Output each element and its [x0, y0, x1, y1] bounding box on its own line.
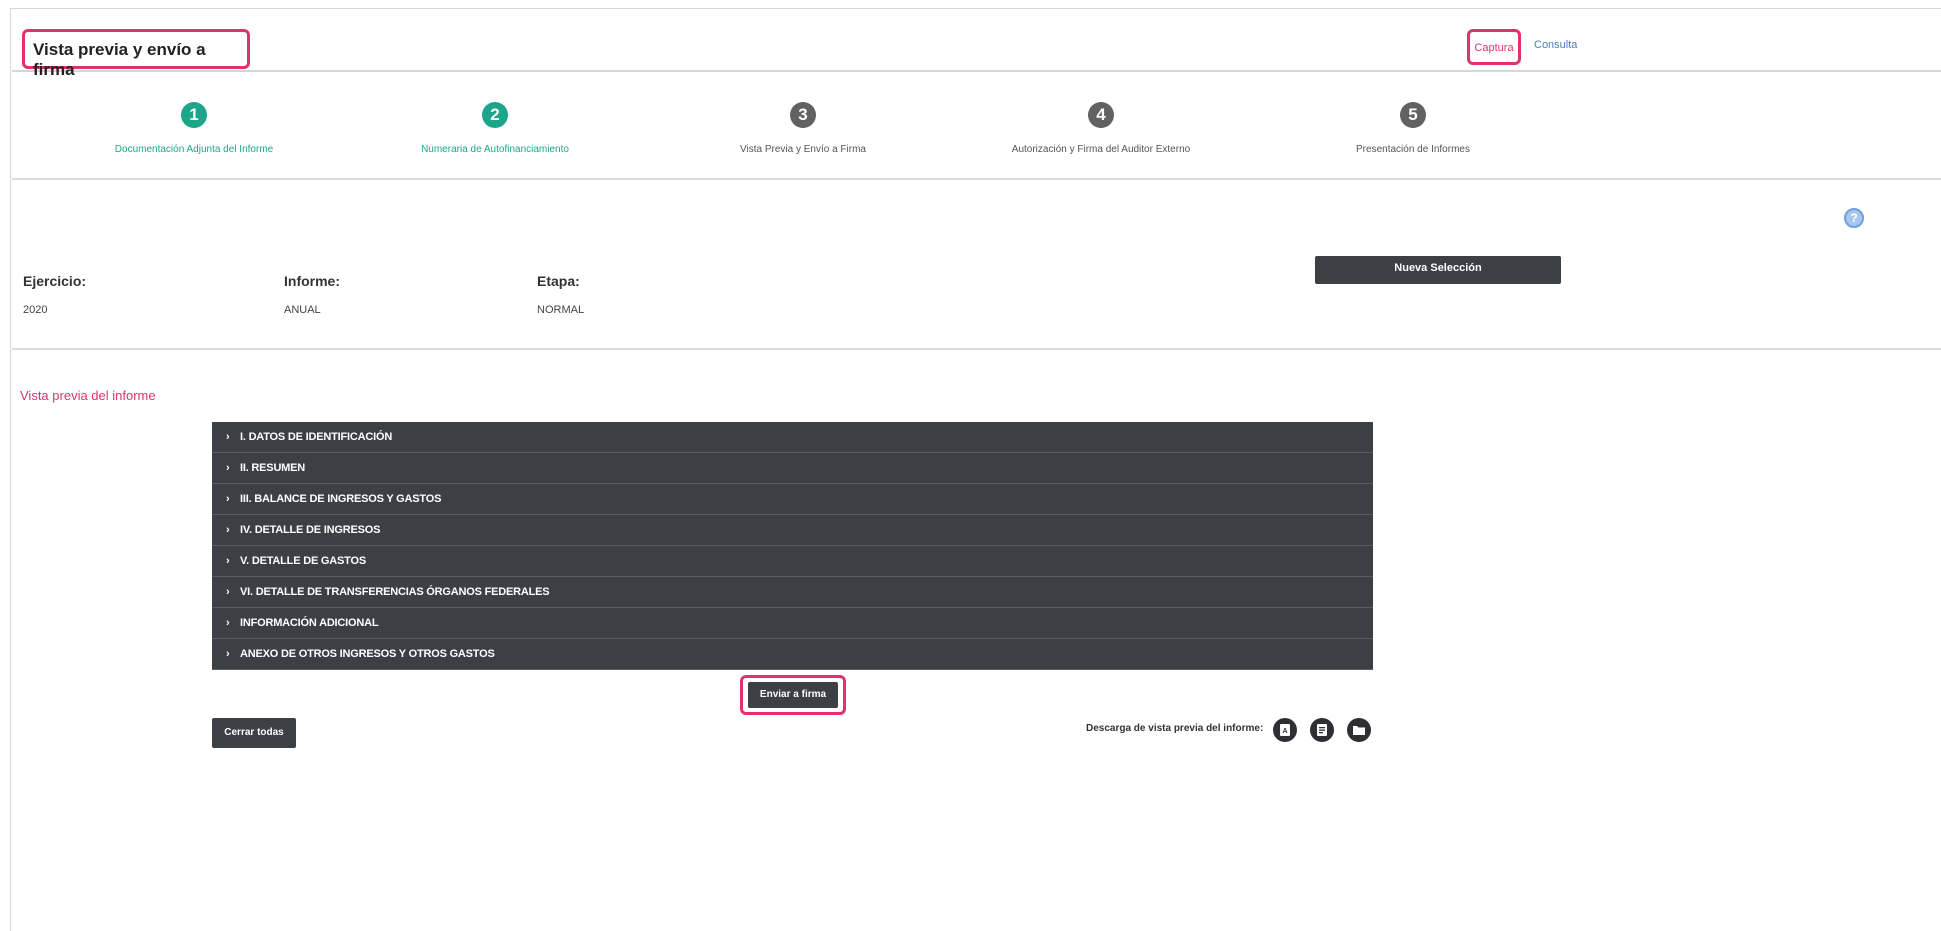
- nueva-seleccion-button[interactable]: Nueva Selección: [1315, 256, 1561, 284]
- accordion-section-label: ANEXO DE OTROS INGRESOS Y OTROS GASTOS: [240, 648, 495, 660]
- pdf-icon[interactable]: A: [1273, 718, 1297, 742]
- etapa-value: NORMAL: [537, 304, 585, 316]
- accordion-section-label: VI. DETALLE DE TRANSFERENCIAS ÓRGANOS FE…: [240, 586, 550, 598]
- document-icon[interactable]: [1310, 718, 1334, 742]
- preview-section-title: Vista previa del informe: [20, 388, 156, 403]
- accordion-section-anexo[interactable]: › ANEXO DE OTROS INGRESOS Y OTROS GASTOS: [212, 639, 1373, 670]
- cerrar-todas-button[interactable]: Cerrar todas: [212, 718, 296, 748]
- step-number-circle: 1: [181, 102, 207, 128]
- step-number-circle: 3: [790, 102, 816, 128]
- ejercicio-value: 2020: [23, 304, 48, 316]
- step-3: 3 Vista Previa y Envío a Firma: [643, 102, 963, 155]
- selection-info-panel: ? Nueva Selección Ejercicio: 2020 Inform…: [12, 190, 1941, 350]
- step-label: Numeraria de Autofinanciamiento: [421, 144, 569, 155]
- page-title: Vista previa y envío a firma: [22, 29, 250, 79]
- enviar-a-firma-button[interactable]: Enviar a firma: [748, 682, 838, 708]
- step-4: 4 Autorización y Firma del Auditor Exter…: [941, 102, 1261, 155]
- accordion-section-label: I. DATOS DE IDENTIFICACIÓN: [240, 431, 393, 443]
- accordion-section-label: INFORMACIÓN ADICIONAL: [240, 617, 379, 629]
- enviar-highlight: Enviar a firma: [740, 675, 846, 715]
- step-label: Vista Previa y Envío a Firma: [740, 144, 866, 155]
- step-label: Presentación de Informes: [1356, 144, 1470, 155]
- accordion-section-label: IV. DETALLE DE INGRESOS: [240, 524, 381, 536]
- accordion-section-datos-identificacion[interactable]: › I. DATOS DE IDENTIFICACIÓN: [212, 422, 1373, 453]
- ejercicio-label: Ejercicio:: [23, 273, 87, 289]
- informe-label: Informe:: [284, 273, 340, 289]
- nav-captura-link[interactable]: Captura: [1467, 29, 1521, 65]
- folder-icon[interactable]: [1347, 718, 1371, 742]
- chevron-right-icon: ›: [226, 431, 230, 443]
- accordion-section-informacion-adicional[interactable]: › INFORMACIÓN ADICIONAL: [212, 608, 1373, 639]
- accordion-section-label: V. DETALLE DE GASTOS: [240, 555, 366, 567]
- step-number-circle: 2: [482, 102, 508, 128]
- step-2: 2 Numeraria de Autofinanciamiento: [335, 102, 655, 155]
- informe-value: ANUAL: [284, 304, 321, 316]
- header: Vista previa y envío a firma Captura Con…: [12, 10, 1941, 79]
- step-5: 5 Presentación de Informes: [1253, 102, 1573, 155]
- accordion-section-balance[interactable]: › III. BALANCE DE INGRESOS Y GASTOS: [212, 484, 1373, 515]
- accordion-section-resumen[interactable]: › II. RESUMEN: [212, 453, 1373, 484]
- chevron-right-icon: ›: [226, 493, 230, 505]
- report-accordion: › I. DATOS DE IDENTIFICACIÓN › II. RESUMEN…: [212, 422, 1373, 670]
- step-1: 1 Documentación Adjunta del Informe: [34, 102, 354, 155]
- nav-consulta-link[interactable]: Consulta: [1534, 39, 1577, 51]
- step-number-circle: 4: [1088, 102, 1114, 128]
- accordion-section-detalle-gastos[interactable]: › V. DETALLE DE GASTOS: [212, 546, 1373, 577]
- etapa-label: Etapa:: [537, 273, 580, 289]
- step-label: Documentación Adjunta del Informe: [114, 144, 274, 155]
- download-label: Descarga de vista previa del informe:: [1086, 723, 1264, 734]
- accordion-section-transferencias[interactable]: › VI. DETALLE DE TRANSFERENCIAS ÓRGANOS F…: [212, 577, 1373, 608]
- help-icon[interactable]: ?: [1844, 208, 1864, 228]
- accordion-section-label: III. BALANCE DE INGRESOS Y GASTOS: [240, 493, 442, 505]
- step-number-circle: 5: [1400, 102, 1426, 128]
- accordion-section-label: II. RESUMEN: [240, 462, 306, 474]
- step-label: Autorización y Firma del Auditor Externo: [1011, 144, 1191, 155]
- progress-stepper: 1 Documentación Adjunta del Informe 2 Nu…: [12, 84, 1941, 180]
- accordion-section-detalle-ingresos[interactable]: › IV. DETALLE DE INGRESOS: [212, 515, 1373, 546]
- chevron-right-icon: ›: [226, 524, 230, 536]
- chevron-right-icon: ›: [226, 617, 230, 629]
- svg-text:A: A: [1282, 728, 1287, 735]
- chevron-right-icon: ›: [226, 462, 230, 474]
- chevron-right-icon: ›: [226, 648, 230, 660]
- chevron-right-icon: ›: [226, 555, 230, 567]
- chevron-right-icon: ›: [226, 586, 230, 598]
